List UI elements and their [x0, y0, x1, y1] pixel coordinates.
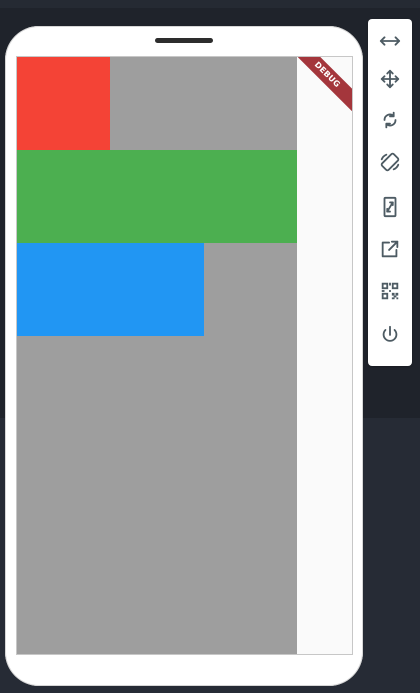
- qr-code-button[interactable]: [368, 269, 412, 313]
- red-box: [17, 57, 110, 150]
- device-frame: DEBUG: [5, 26, 363, 686]
- resize-horizontal-icon: [379, 30, 401, 52]
- device-toolbar: [368, 19, 412, 366]
- debug-banner: DEBUG: [290, 57, 352, 112]
- window-top-strip: [0, 0, 420, 8]
- move-icon: [379, 68, 401, 90]
- green-box: [17, 150, 297, 243]
- power-button[interactable]: [368, 313, 412, 357]
- open-external-button[interactable]: [368, 227, 412, 271]
- screen-rotation-button[interactable]: [368, 140, 412, 184]
- rotate-icon: [379, 109, 401, 131]
- open-external-icon: [379, 238, 401, 260]
- rotate-button[interactable]: [368, 98, 412, 142]
- qr-code-icon: [379, 280, 401, 302]
- power-icon: [379, 324, 401, 346]
- device-screen[interactable]: DEBUG: [16, 56, 353, 655]
- device-speaker: [155, 38, 213, 43]
- blue-box: [17, 243, 204, 336]
- move-button[interactable]: [368, 57, 412, 101]
- resize-diagonal-icon: [379, 196, 401, 218]
- app-canvas: [17, 57, 297, 654]
- screen-rotation-icon: [379, 151, 401, 173]
- resize-diagonal-button[interactable]: [368, 185, 412, 229]
